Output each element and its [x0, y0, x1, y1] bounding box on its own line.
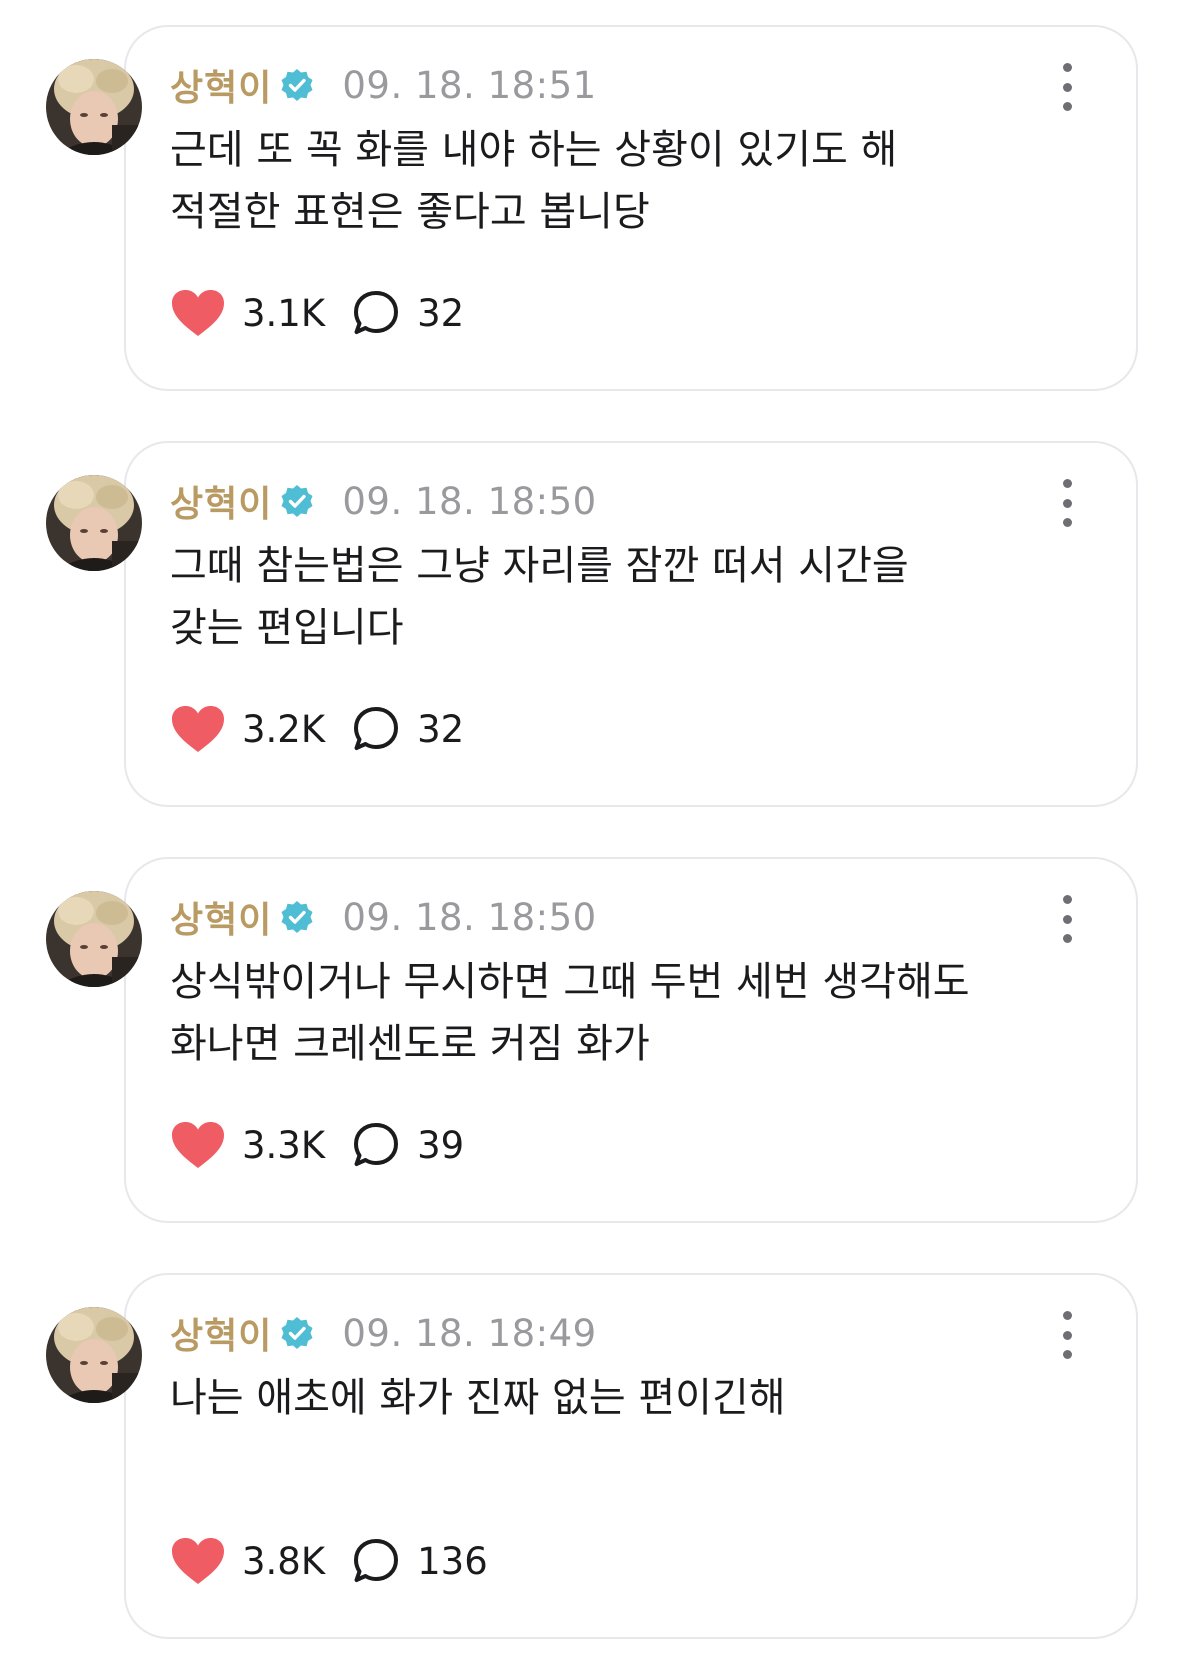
- username[interactable]: 상혁이: [170, 1307, 272, 1359]
- avatar-image: [46, 59, 142, 155]
- like-count: 3.1K: [242, 291, 326, 335]
- post-timestamp: 09. 18. 18:50: [342, 895, 597, 939]
- post-body-line: 근데 또 꼭 화를 내야 하는 상황이 있기도 해: [170, 127, 898, 173]
- post-header: 상혁이 09. 18. 18:49: [170, 1303, 597, 1363]
- post-body-line: 적절한 표현은 좋다고 봅니당: [170, 189, 650, 235]
- avatar[interactable]: [46, 475, 142, 571]
- avatar-image: [46, 475, 142, 571]
- speech-bubble-icon[interactable]: [351, 1536, 401, 1586]
- avatar-image: [46, 1307, 142, 1403]
- username[interactable]: 상혁이: [170, 475, 272, 527]
- post-card[interactable]: 상혁이 09. 18. 18:50 상식밖이거나 무시하면 그때 두번 세번 생…: [0, 857, 1179, 1237]
- post-body-line: 갖는 편입니다: [170, 605, 404, 651]
- post-header: 상혁이 09. 18. 18:51: [170, 55, 597, 115]
- post-body: 상식밖이거나 무시하면 그때 두번 세번 생각해도 화나면 크레센도로 커짐 화…: [170, 951, 1070, 1075]
- more-vertical-icon[interactable]: [1052, 63, 1082, 111]
- username[interactable]: 상혁이: [170, 59, 272, 111]
- post-header: 상혁이 09. 18. 18:50: [170, 471, 597, 531]
- post-card[interactable]: 상혁이 09. 18. 18:50 그때 참는법은 그냥 자리를 잠깐 떠서 시…: [0, 441, 1179, 821]
- username[interactable]: 상혁이: [170, 891, 272, 943]
- post-card[interactable]: 상혁이 09. 18. 18:49 나는 애초에 화가 진짜 없는 편이긴해 3…: [0, 1273, 1179, 1653]
- verified-badge-icon: [280, 68, 314, 102]
- avatar[interactable]: [46, 891, 142, 987]
- heart-icon[interactable]: [170, 704, 226, 754]
- post-body-line: 상식밖이거나 무시하면 그때 두번 세번 생각해도: [170, 959, 970, 1005]
- speech-bubble-icon[interactable]: [351, 1120, 401, 1170]
- post-header: 상혁이 09. 18. 18:50: [170, 887, 597, 947]
- like-count: 3.2K: [242, 707, 326, 751]
- more-vertical-icon[interactable]: [1052, 895, 1082, 943]
- comment-count: 136: [417, 1539, 488, 1583]
- post-actions: 3.1K 32: [170, 283, 464, 343]
- heart-icon[interactable]: [170, 1120, 226, 1170]
- like-count: 3.3K: [242, 1123, 326, 1167]
- post-timestamp: 09. 18. 18:50: [342, 479, 597, 523]
- verified-badge-icon: [280, 1316, 314, 1350]
- speech-bubble-icon[interactable]: [351, 288, 401, 338]
- avatar-image: [46, 891, 142, 987]
- post-body-line: 화나면 크레센도로 커짐 화가: [170, 1021, 650, 1067]
- comment-count: 32: [417, 707, 465, 751]
- post-body-line: 나는 애초에 화가 진짜 없는 편이긴해: [170, 1375, 786, 1421]
- post-body-line: 그때 참는법은 그냥 자리를 잠깐 떠서 시간을: [170, 543, 909, 589]
- verified-badge-icon: [280, 900, 314, 934]
- verified-badge-icon: [280, 484, 314, 518]
- speech-bubble-icon[interactable]: [351, 704, 401, 754]
- avatar[interactable]: [46, 59, 142, 155]
- heart-icon[interactable]: [170, 288, 226, 338]
- post-actions: 3.8K 136: [170, 1531, 488, 1591]
- comment-count: 32: [417, 291, 465, 335]
- more-vertical-icon[interactable]: [1052, 1311, 1082, 1359]
- post-body: 근데 또 꼭 화를 내야 하는 상황이 있기도 해 적절한 표현은 좋다고 봅니…: [170, 119, 1070, 243]
- post-actions: 3.3K 39: [170, 1115, 464, 1175]
- post-body: 나는 애초에 화가 진짜 없는 편이긴해: [170, 1367, 1070, 1429]
- post-actions: 3.2K 32: [170, 699, 464, 759]
- like-count: 3.8K: [242, 1539, 326, 1583]
- heart-icon[interactable]: [170, 1536, 226, 1586]
- more-vertical-icon[interactable]: [1052, 479, 1082, 527]
- avatar[interactable]: [46, 1307, 142, 1403]
- post-card[interactable]: 상혁이 09. 18. 18:51 근데 또 꼭 화를 내야 하는 상황이 있기…: [0, 25, 1179, 405]
- post-timestamp: 09. 18. 18:49: [342, 1311, 597, 1355]
- post-body: 그때 참는법은 그냥 자리를 잠깐 떠서 시간을 갖는 편입니다: [170, 535, 1070, 659]
- comment-count: 39: [417, 1123, 465, 1167]
- post-timestamp: 09. 18. 18:51: [342, 63, 597, 107]
